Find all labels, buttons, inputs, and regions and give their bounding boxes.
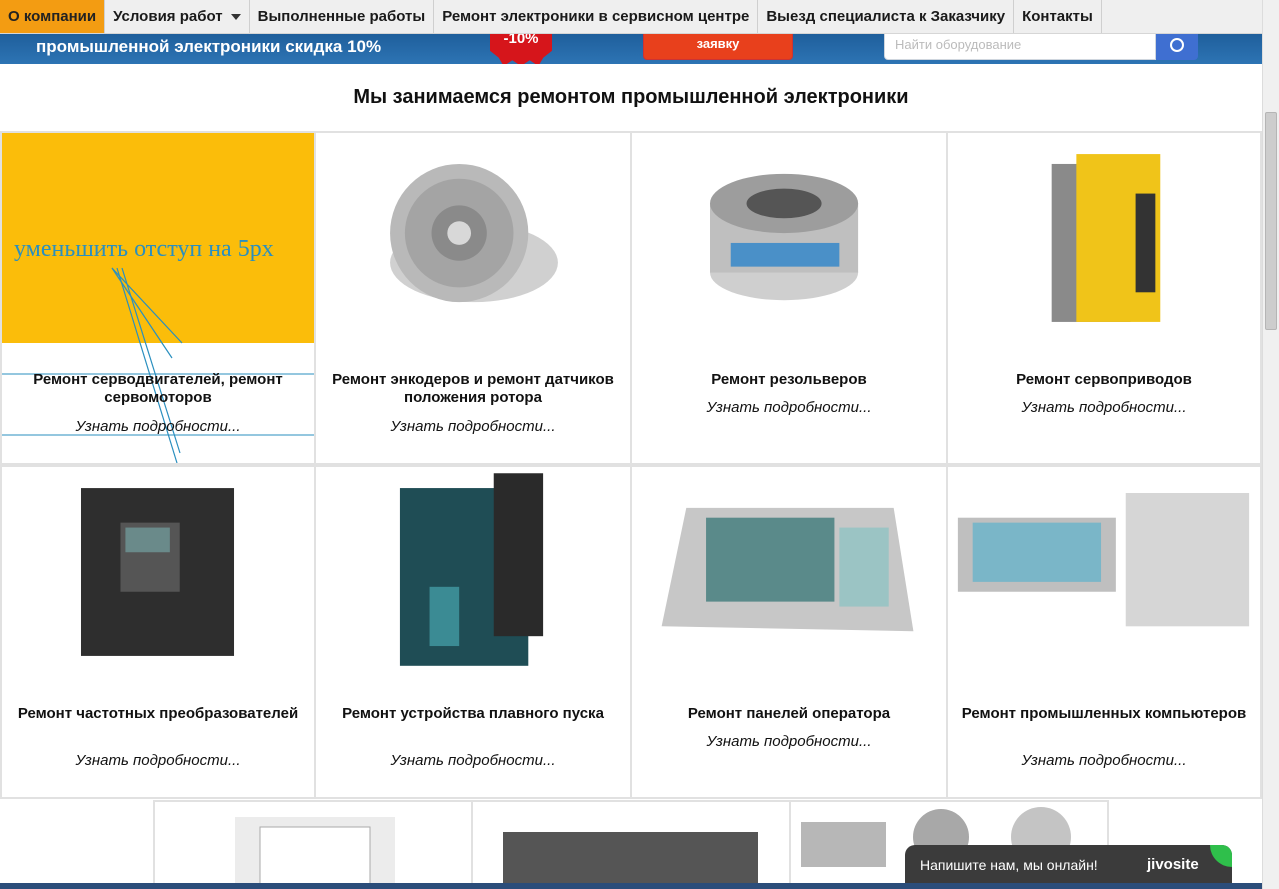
more-link[interactable]: Узнать подробности... [324, 752, 622, 769]
servo-drive-photo [1051, 154, 1161, 322]
discount-badge: -10% [490, 34, 552, 64]
more-link[interactable]: Узнать подробности... [640, 399, 938, 416]
jivosite-logo: jivosite [1147, 856, 1199, 873]
more-link[interactable]: Узнать подробности... [640, 733, 938, 750]
taskbar [0, 883, 1262, 889]
card-title[interactable]: Ремонт частотных преобразователей [10, 705, 306, 723]
badge-label: -10% [503, 34, 539, 47]
promo-banner: промышленной электроники скидка 10% -10%… [0, 34, 1262, 64]
scrollbar[interactable] [1262, 0, 1279, 889]
nav-item-about[interactable]: О компании [0, 0, 106, 33]
operator-panel-photo [661, 507, 914, 632]
nav-item-conditions[interactable]: Условия работ [105, 0, 250, 33]
encoder-photo [390, 163, 558, 303]
card-cnc[interactable] [153, 800, 473, 889]
nav-item-label: Выезд специалиста к Заказчику [766, 8, 1006, 25]
card-industrial-pcs[interactable]: Ремонт промышленных компьютеров Узнать п… [946, 465, 1262, 799]
plc-photo [503, 832, 758, 887]
caret-down-icon [230, 13, 241, 20]
scroll-thumb[interactable] [1265, 112, 1277, 330]
request-button[interactable]: заявку [643, 34, 793, 60]
nav-item-label: Условия работ [113, 8, 223, 25]
more-link[interactable]: Узнать подробности... [956, 752, 1252, 769]
annotation-arrows [2, 267, 314, 463]
resolver-photo [710, 173, 859, 301]
nav-item-service-center[interactable]: Ремонт электроники в сервисном центре [434, 0, 759, 33]
card-title[interactable]: Ремонт энкодеров и ремонт датчиков полож… [324, 371, 622, 407]
card-title[interactable]: Ремонт устройства плавного пуска [324, 705, 622, 723]
online-indicator [1210, 845, 1232, 867]
more-link[interactable]: Узнать подробности... [10, 752, 306, 769]
page: О компании Условия работ Выполненные раб… [0, 0, 1279, 889]
chat-prompt[interactable]: Напишите нам, мы онлайн! [920, 857, 1098, 873]
nav-item-label: О компании [8, 8, 97, 25]
nav-item-label: Выполненные работы [257, 8, 426, 25]
nav-item-label: Контакты [1022, 8, 1093, 25]
card-servodrives[interactable]: Ремонт сервоприводов Узнать подробности.… [946, 131, 1262, 465]
search-input[interactable]: Найти оборудование [884, 34, 1156, 60]
cnc-panel-photo [235, 817, 395, 887]
card-encoders[interactable]: Ремонт энкодеров и ремонт датчиков полож… [314, 131, 632, 465]
more-link[interactable]: Узнать подробности... [324, 418, 622, 435]
nav-item-completed-works[interactable]: Выполненные работы [250, 0, 435, 33]
card-title[interactable]: Ремонт серводвигателей, ремонт сервомото… [10, 371, 306, 407]
top-nav: О компании Условия работ Выполненные раб… [0, 0, 1262, 34]
nav-item-label: Ремонт электроники в сервисном центре [442, 8, 750, 25]
card-title[interactable]: Ремонт промышленных компьютеров [956, 705, 1252, 723]
card-resolvers[interactable]: Ремонт резольверов Узнать подробности... [630, 131, 948, 465]
search-icon[interactable] [1156, 34, 1198, 60]
card-title[interactable]: Ремонт сервоприводов [956, 371, 1252, 389]
card-operator-panels[interactable]: Ремонт панелей оператора Узнать подробно… [630, 465, 948, 799]
nav-item-onsite[interactable]: Выезд специалиста к Заказчику [758, 0, 1015, 33]
section-heading: Мы занимаемся ремонтом промышленной элек… [353, 86, 909, 108]
frequency-inverter-photo [80, 488, 235, 656]
card-soft-starters[interactable]: Ремонт устройства плавного пуска Узнать … [314, 465, 632, 799]
nav-item-contacts[interactable]: Контакты [1014, 0, 1102, 33]
card-title[interactable]: Ремонт панелей оператора [640, 705, 938, 723]
card-plc[interactable] [471, 800, 791, 889]
banner-text: промышленной электроники скидка 10% [36, 37, 382, 56]
card-title[interactable]: Ремонт резольверов [640, 371, 938, 389]
more-link[interactable]: Узнать подробности... [956, 399, 1252, 416]
card-inverters[interactable]: Ремонт частотных преобразователей Узнать… [0, 465, 316, 799]
soft-starter-photo [399, 473, 544, 666]
more-link[interactable]: Узнать подробности... [10, 418, 306, 435]
card-servomotors[interactable]: уменьшить отступ на 5px Ремонт серводвиг… [0, 131, 316, 465]
industrial-pc-photo [957, 493, 1250, 627]
